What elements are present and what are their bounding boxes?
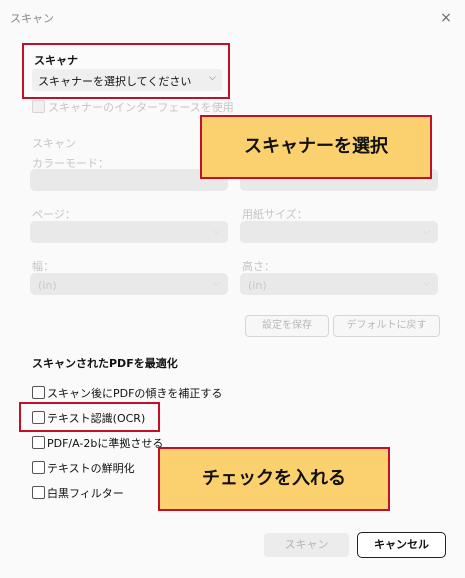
page-select: ⌵ [30, 221, 228, 243]
callout-check-it: チェックを入れる [158, 447, 390, 511]
pdfa-checkbox[interactable] [32, 436, 45, 449]
chevron-down-icon: ⌵ [423, 227, 430, 237]
ocr-checkbox[interactable] [32, 411, 45, 424]
title-bar: スキャン × [0, 0, 465, 38]
height-label: 高さ： [242, 260, 275, 273]
callout-select-scanner: スキャナーを選択 [200, 115, 432, 179]
chevron-down-icon: ⌵ [423, 279, 430, 289]
deskew-label: スキャン後にPDFの傾きを補正する [47, 387, 223, 400]
scanner-label: スキャナ [34, 54, 78, 67]
ocr-label: テキスト認識(OCR) [47, 412, 146, 425]
scan-section-heading: スキャン [32, 137, 76, 150]
save-settings-button: 設定を保存 [245, 315, 329, 337]
pdfa-label: PDF/A-2bに準拠させる [47, 437, 164, 450]
deskew-checkbox[interactable] [32, 386, 45, 399]
paper-size-label: 用紙サイズ： [242, 208, 308, 221]
sharpen-checkbox[interactable] [32, 461, 45, 474]
page-label: ページ： [32, 208, 76, 221]
color-mode-select [30, 169, 228, 191]
scan-button: スキャン [264, 533, 349, 557]
optimize-heading: スキャンされたPDFを最適化 [32, 357, 178, 370]
width-label: 幅： [32, 260, 54, 273]
use-interface-label: スキャナーのインターフェースを使用 [48, 101, 234, 114]
height-select: (in) ⌵ [240, 273, 438, 295]
scan-dialog: スキャン × スキャナ スキャナーを選択してください ⌵ スキャナーのインターフ… [0, 0, 465, 578]
width-select: (in) ⌵ [30, 273, 228, 295]
chevron-down-icon: ⌵ [213, 279, 220, 289]
chevron-down-icon: ⌵ [213, 227, 220, 237]
scanner-select-value: スキャナーを選択してください [38, 75, 192, 88]
chevron-down-icon: ⌵ [209, 73, 216, 83]
bw-filter-label: 白黒フィルター [47, 487, 124, 500]
window-title: スキャン [10, 12, 54, 25]
scanner-select[interactable]: スキャナーを選択してください ⌵ [32, 69, 222, 91]
width-unit: (in) [38, 279, 57, 292]
sharpen-label: テキストの鮮明化 [47, 462, 135, 475]
scanner-highlight-box: スキャナ スキャナーを選択してください ⌵ [22, 43, 230, 99]
restore-default-button: デフォルトに戻す [333, 315, 440, 337]
height-unit: (in) [248, 279, 267, 292]
close-icon[interactable]: × [436, 8, 456, 28]
bw-filter-checkbox[interactable] [32, 486, 45, 499]
cancel-button[interactable]: キャンセル [357, 532, 446, 558]
paper-size-select: ⌵ [240, 221, 438, 243]
use-interface-checkbox [32, 100, 45, 113]
